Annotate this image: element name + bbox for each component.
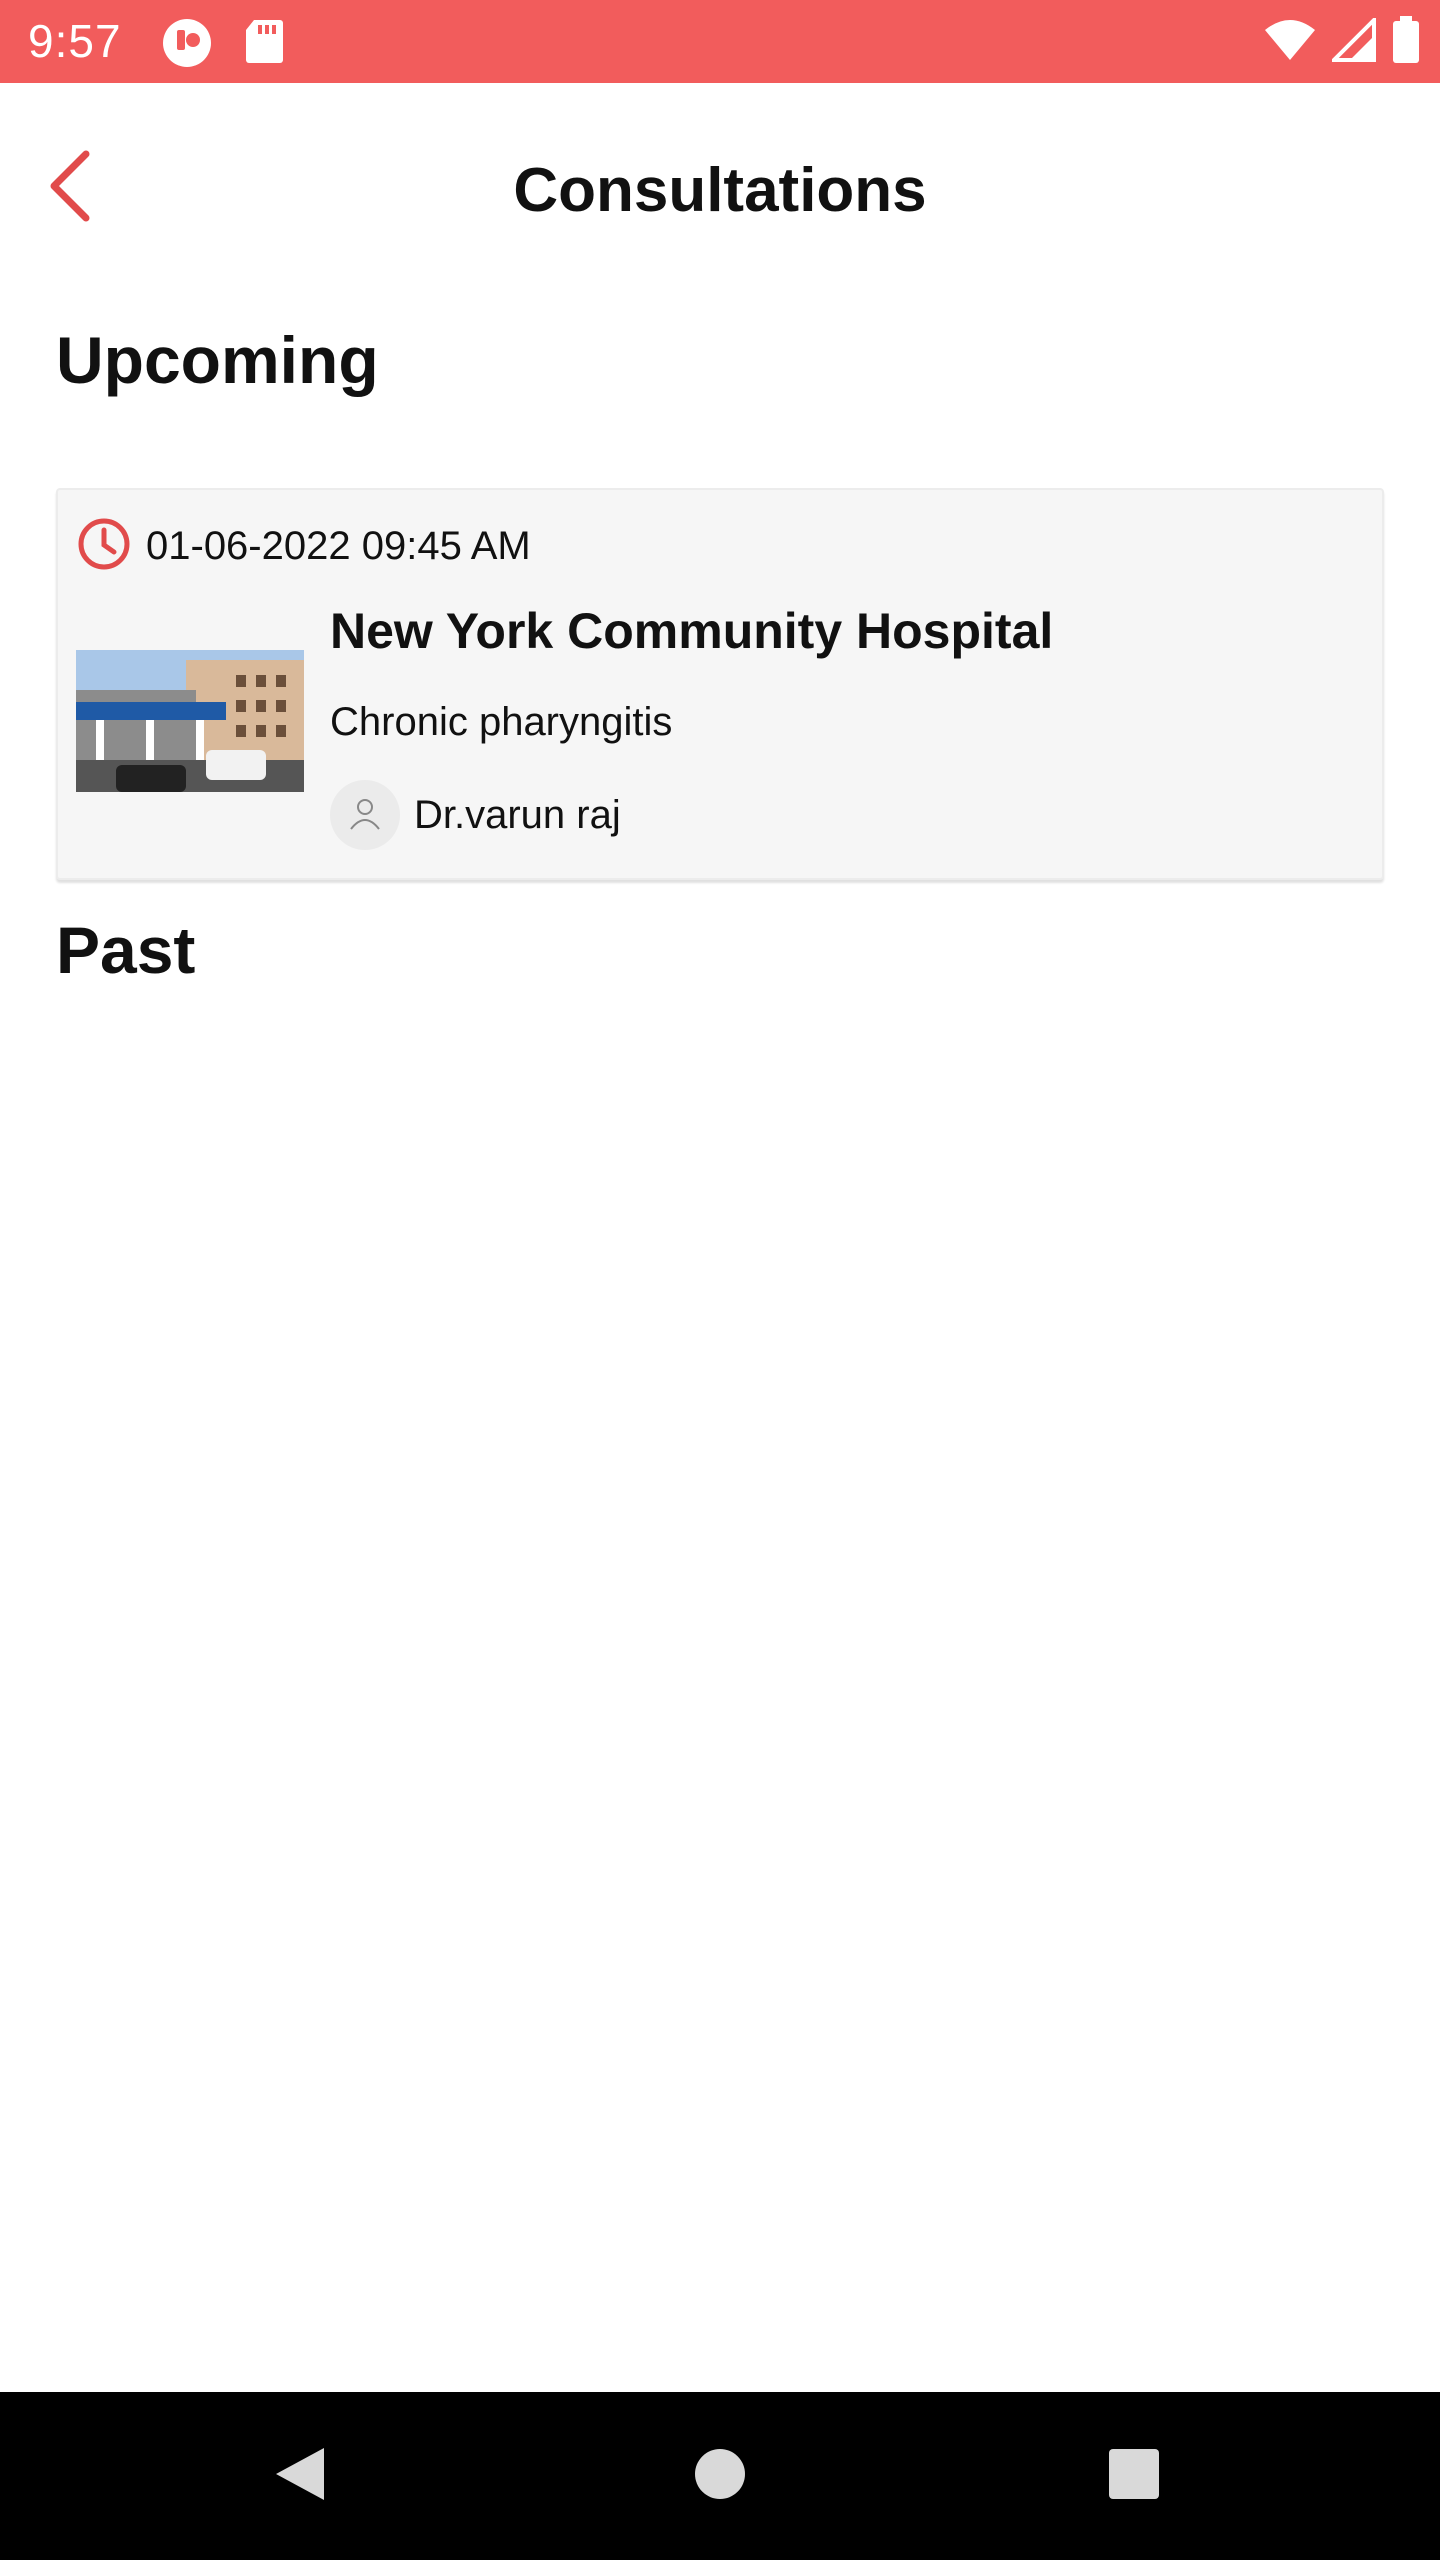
back-triangle-icon [272,2444,328,2509]
app-bar: Consultations [0,83,1440,313]
clock-icon [76,516,132,577]
nav-recents-button[interactable] [1094,2436,1174,2516]
recents-square-icon [1107,2447,1161,2506]
past-heading: Past [56,913,196,987]
app-notification-icon [162,18,212,68]
doctor-name: Dr.varun raj [414,792,621,837]
hospital-image [76,650,304,792]
cellular-signal-icon [1329,14,1376,67]
nav-back-button[interactable] [260,2436,340,2516]
upcoming-heading: Upcoming [56,323,379,397]
system-nav-bar [0,2392,1440,2560]
status-bar: 9:57 [0,0,1440,83]
appointment-time-row: 01-06-2022 09:45 AM [76,516,531,577]
battery-icon [1392,15,1420,69]
doctor-avatar [330,780,400,850]
page-title: Consultations [513,156,927,225]
sd-card-icon [244,18,284,64]
diagnosis: Chronic pharyngitis [330,700,673,744]
doctor-row: Dr.varun raj [330,780,621,850]
person-icon [347,795,383,836]
status-icons [1264,14,1420,69]
status-time: 9:57 [28,15,122,67]
consultation-card[interactable]: 01-06-2022 09:45 AM New York Community H… [56,488,1384,880]
wifi-icon [1264,18,1316,67]
appointment-datetime: 01-06-2022 09:45 AM [146,524,531,568]
hospital-name: New York Community Hospital [330,603,1054,659]
home-circle-icon [693,2447,747,2506]
nav-home-button[interactable] [680,2436,760,2516]
